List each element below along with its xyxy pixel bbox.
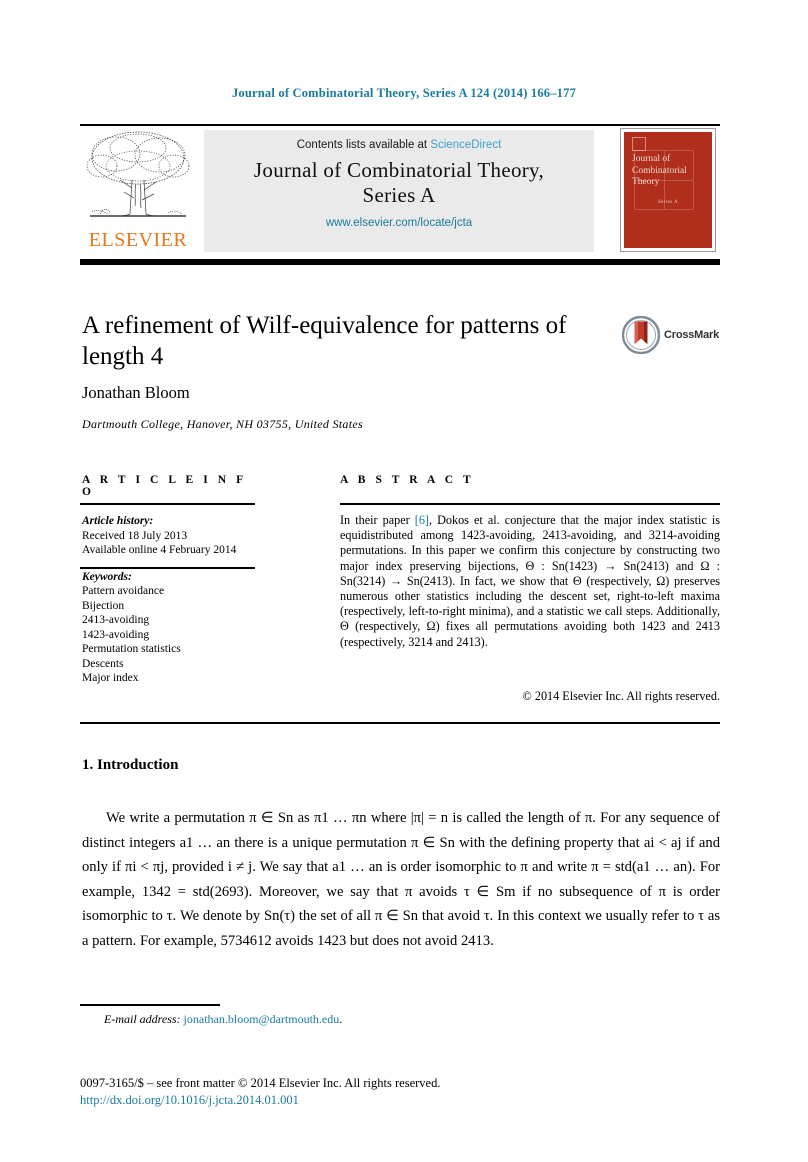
keyword-item: Bijection [82, 599, 125, 612]
keywords-rule [80, 567, 255, 569]
introduction-paragraph: We write a permutation π ∈ Sn as π1 … πn… [82, 810, 720, 949]
journal-masthead: ELSEVIER Contents lists available at Sci… [80, 128, 720, 254]
abstract-text-before-ref: In their paper [340, 513, 415, 527]
abstract-copyright: © 2014 Elsevier Inc. All rights reserved… [522, 689, 720, 703]
journal-homepage-link[interactable]: www.elsevier.com/locate/jcta [204, 217, 594, 229]
author-affiliation: Dartmouth College, Hanover, NH 03755, Un… [82, 417, 363, 431]
page-title: A refinement of Wilf-equivalence for pat… [82, 312, 567, 370]
article-info-body: Article history: Received 18 July 2013 A… [82, 514, 262, 686]
keyword-item: 1423-avoiding [82, 628, 150, 641]
email-footnote: E-mail address: jonathan.bloom@dartmouth… [104, 1012, 342, 1027]
contents-available-line: Contents lists available at ScienceDirec… [204, 139, 594, 151]
email-suffix: . [339, 1012, 343, 1026]
abstract-rule [340, 503, 720, 505]
keyword-item: Pattern avoidance [82, 585, 165, 597]
article-history-item: Available online 4 February 2014 [82, 544, 237, 556]
keywords-label: Keywords: [82, 570, 132, 583]
journal-title-line1: Journal of Combinatorial Theory, [253, 158, 545, 182]
running-head: Journal of Combinatorial Theory, Series … [231, 86, 577, 100]
masthead-bottom-bar [80, 259, 720, 265]
abstract-text: In their paper [6], Dokos et al. conject… [340, 513, 720, 650]
paper-page: Journal of Combinatorial Theory, Series … [0, 0, 808, 1162]
abstract-column: A B S T R A C T [340, 474, 720, 486]
doi-link[interactable]: http://dx.doi.org/10.1016/j.jcta.2014.01… [80, 1093, 299, 1108]
keyword-item: Major index [82, 672, 139, 684]
abstract-block-bottom-rule [80, 722, 720, 724]
contents-prefix: Contents lists available at [296, 139, 431, 151]
issn-front-matter-line: 0097-3165/$ – see front matter © 2014 El… [80, 1076, 441, 1090]
journal-title: Journal of Combinatorial Theory, Series … [204, 158, 594, 208]
cover-subtitle: Series A [657, 200, 678, 205]
keyword-item: Permutation statistics [82, 643, 181, 655]
keyword-item: 2413-avoiding [82, 614, 150, 626]
author-name: Jonathan Bloom [82, 383, 190, 402]
crossmark-icon [622, 316, 660, 354]
journal-title-line2: Series A [362, 183, 436, 207]
email-address-link[interactable]: jonathan.bloom@dartmouth.edu [184, 1012, 340, 1026]
elsevier-wordmark: ELSEVIER [88, 229, 188, 251]
cover-title: Journal of Combinatorial Theory [632, 154, 687, 187]
article-info-heading: A R T I C L E I N F O [82, 474, 247, 498]
article-history-item: Received 18 July 2013 [82, 529, 188, 542]
crossmark-label: CrossMark [664, 329, 720, 341]
elsevier-logo: ELSEVIER [80, 128, 196, 254]
abstract-text-after-ref: , Dokos et al. conjecture that the major… [340, 513, 720, 649]
keyword-item: Descents [82, 657, 124, 670]
masthead-top-rule [80, 124, 720, 126]
masthead-center-panel: Contents lists available at ScienceDirec… [204, 130, 594, 252]
email-label: E-mail address: [104, 1012, 184, 1026]
abstract-reference-link[interactable]: [6] [415, 513, 429, 527]
crossmark-badge[interactable]: CrossMark [622, 316, 722, 356]
abstract-heading: A B S T R A C T [340, 474, 475, 486]
article-info-column: A R T I C L E I N F O [82, 474, 257, 498]
journal-cover-thumbnail[interactable]: Journal of Combinatorial Theory Series A [620, 128, 716, 252]
cover-artwork: Journal of Combinatorial Theory Series A [624, 132, 712, 248]
footnote-rule [80, 1004, 220, 1006]
article-info-rule [80, 503, 255, 505]
article-history-label: Article history: [82, 515, 154, 527]
cover-elsevier-icon [632, 137, 646, 151]
sciencedirect-link[interactable]: ScienceDirect [430, 139, 501, 151]
section-heading-introduction: 1. Introduction [82, 757, 179, 773]
elsevier-tree-icon [86, 131, 190, 217]
